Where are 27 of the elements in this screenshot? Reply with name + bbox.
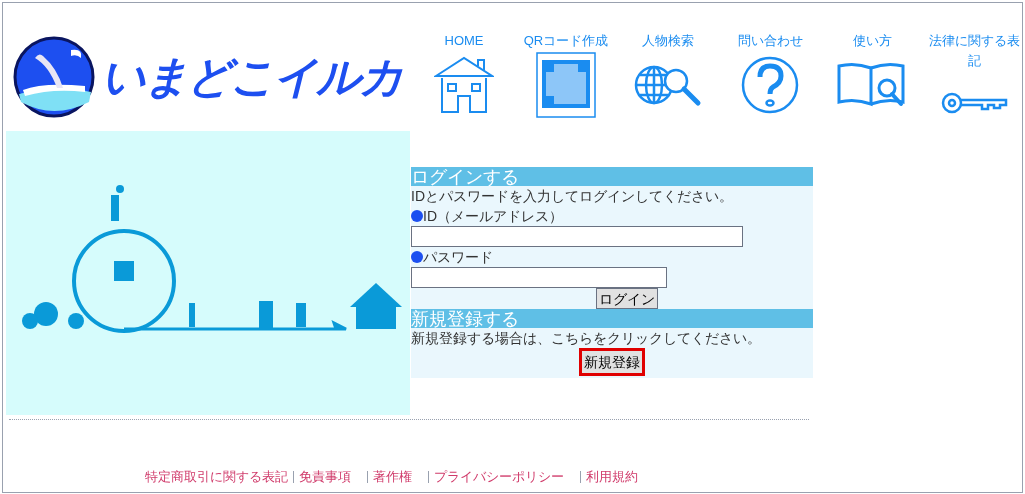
- field-label: ID（メールアドレス）: [423, 207, 563, 226]
- site-logo-text: いまどこイルカ: [101, 55, 402, 99]
- section-heading: 新規登録する: [411, 309, 519, 328]
- instruction-text: 新規登録する場合は、こちらをクリックしてください。: [411, 329, 762, 348]
- nav-link[interactable]: HOME: [414, 31, 514, 131]
- nav-link[interactable]: QRコード作成: [516, 31, 616, 131]
- nav-link[interactable]: 人物検索: [618, 31, 718, 131]
- nav-link[interactable]: 法律に関する表記: [924, 31, 1024, 131]
- footer-link[interactable]: 著作権: [373, 467, 412, 487]
- qr-code-icon: [536, 52, 596, 118]
- footer-link[interactable]: 特定商取引に関する表記: [145, 467, 288, 487]
- footer-link[interactable]: 免責事項: [299, 467, 351, 487]
- section-heading: ログインする: [411, 167, 519, 186]
- instruction-text: IDとパスワードを入力してログインしてください。: [411, 187, 734, 206]
- bullet-icon: [411, 251, 423, 263]
- password-input-field[interactable]: [411, 267, 667, 288]
- nav-link[interactable]: 使い方: [822, 31, 922, 131]
- field-label: パスワード: [423, 248, 493, 267]
- login-button[interactable]: ログイン: [596, 288, 658, 309]
- id-input-field[interactable]: [411, 226, 743, 247]
- help-icon: [741, 56, 799, 114]
- footer-link[interactable]: プライバシーポリシー: [434, 467, 564, 487]
- register-button[interactable]: 新規登録: [579, 348, 645, 376]
- nav-link[interactable]: 問い合わせ: [720, 31, 820, 131]
- home-icon: [434, 56, 494, 114]
- footer-link[interactable]: 利用規約: [586, 467, 638, 487]
- bullet-icon: [411, 210, 423, 222]
